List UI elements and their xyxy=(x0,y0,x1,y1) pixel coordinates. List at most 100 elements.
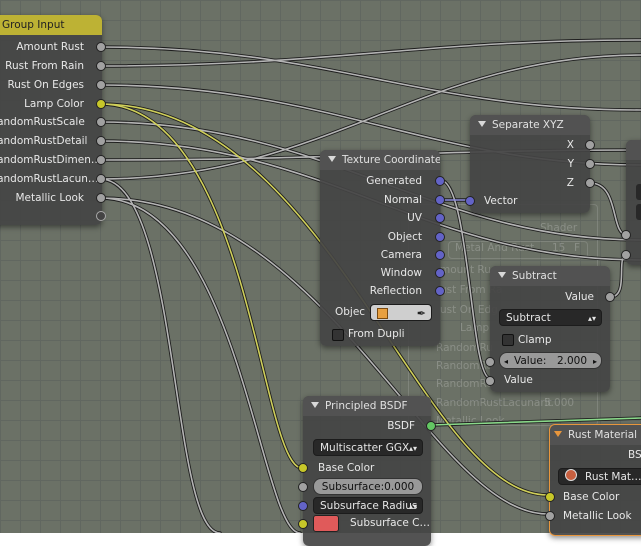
output-label-y: Y xyxy=(567,158,574,170)
node-group-datablock[interactable]: Rust Mat… xyxy=(558,468,641,485)
input-socket[interactable] xyxy=(621,250,631,260)
node-editor-canvas[interactable]: Shader Metal And Rust 15 F mount Ru ust … xyxy=(0,0,641,546)
texture-coordinate-node[interactable]: Texture Coordinate Generated Normal UV O… xyxy=(320,150,445,346)
bsdf-output-socket[interactable] xyxy=(426,421,436,431)
output-socket[interactable] xyxy=(435,176,445,186)
subtract-node[interactable]: Subtract Value Subtract ▴▾ Clamp ◂ Value… xyxy=(485,266,615,392)
separate-xyz-node[interactable]: Separate XYZ X Y Z Vector xyxy=(465,115,595,213)
base-color-input-socket[interactable] xyxy=(298,463,308,473)
vector-input-socket[interactable] xyxy=(465,196,475,206)
distribution-value: Multiscatter GGX xyxy=(320,442,410,454)
offscreen-node-header[interactable] xyxy=(626,140,641,160)
subsurface-color-input-socket[interactable] xyxy=(298,519,308,529)
principled-bsdf-node[interactable]: Principled BSDF BSDF Multiscatter GGX ▴▾… xyxy=(298,396,436,546)
output-socket[interactable] xyxy=(96,136,106,146)
output-label-x: X xyxy=(566,139,574,151)
distribution-dropdown[interactable]: Multiscatter GGX ▴▾ xyxy=(313,439,423,456)
offscreen-node-field[interactable] xyxy=(636,184,641,200)
group-input-output-label: Amount Rust xyxy=(16,41,84,53)
value-field-number: 2.000 xyxy=(556,355,587,367)
group-input-output-label: Rust On Edges xyxy=(7,79,84,91)
cube-icon xyxy=(377,308,388,319)
output-socket[interactable] xyxy=(96,155,106,165)
wire xyxy=(98,45,641,112)
subsurface-radius-label: Subsurface Radius xyxy=(320,500,418,512)
subsurface-color-swatch[interactable] xyxy=(313,515,339,532)
metallic-look-input-socket[interactable] xyxy=(545,511,555,521)
output-label: Normal xyxy=(384,194,422,206)
output-socket[interactable] xyxy=(435,268,445,278)
output-label: Object xyxy=(387,231,422,243)
output-socket[interactable] xyxy=(96,174,106,184)
collapse-triangle-icon[interactable] xyxy=(311,402,319,408)
value-field[interactable]: ◂ Value: 2.000 ▸ xyxy=(499,352,602,369)
background-item: Lamp xyxy=(460,322,490,334)
output-socket[interactable] xyxy=(435,250,445,260)
texture-coordinate-header[interactable]: Texture Coordinate xyxy=(320,150,440,170)
output-socket[interactable] xyxy=(435,195,445,205)
output-socket[interactable] xyxy=(96,117,106,127)
rust-material-node[interactable]: Rust Material BSD Rust Mat… Base Color M… xyxy=(545,424,641,536)
background-value: 5.000 xyxy=(544,397,575,409)
background-group-name: Metal And Rust xyxy=(455,242,535,254)
dropdown-arrows-icon: ▴▾ xyxy=(408,444,417,453)
output-socket[interactable] xyxy=(96,80,106,90)
background-shader-label: Shader xyxy=(540,222,578,234)
from-dupli-label: From Dupli xyxy=(348,328,405,340)
group-input-output-label: RandomRustScale xyxy=(0,116,85,128)
output-socket[interactable] xyxy=(585,178,595,188)
subtract-title: Subtract xyxy=(512,270,557,282)
output-socket[interactable] xyxy=(585,159,595,169)
collapse-triangle-icon[interactable] xyxy=(554,431,562,437)
subsurface-color-label: Subsurface C… xyxy=(350,517,430,529)
output-socket[interactable] xyxy=(605,292,615,302)
base-color-label: Base Color xyxy=(318,462,375,474)
group-input-node[interactable]: Group Input Amount Rust Rust From Rain R… xyxy=(0,15,106,225)
from-dupli-checkbox[interactable] xyxy=(332,329,344,341)
texture-coordinate-title: Texture Coordinate xyxy=(342,154,440,166)
base-color-input-socket[interactable] xyxy=(545,492,555,502)
output-socket[interactable] xyxy=(585,140,595,150)
output-socket[interactable] xyxy=(435,286,445,296)
eyedropper-icon[interactable]: ✒ xyxy=(417,305,426,322)
rust-material-header[interactable]: Rust Material xyxy=(550,425,641,445)
principled-bsdf-header[interactable]: Principled BSDF xyxy=(303,396,431,416)
output-label: Reflection xyxy=(369,285,422,297)
group-input-header[interactable]: Group Input xyxy=(0,15,102,35)
input-socket[interactable] xyxy=(621,230,631,240)
rust-material-title: Rust Material xyxy=(568,429,638,441)
collapse-triangle-icon[interactable] xyxy=(478,121,486,127)
collapse-triangle-icon[interactable] xyxy=(498,272,506,278)
output-label: UV xyxy=(407,212,422,224)
subsurface-field[interactable]: Subsurface:0.000 xyxy=(313,478,423,495)
clamp-label: Clamp xyxy=(518,334,552,346)
value-input-socket[interactable] xyxy=(485,357,495,367)
offscreen-node-field[interactable] xyxy=(636,204,641,220)
object-field[interactable]: ✒ xyxy=(370,304,432,321)
collapse-triangle-icon[interactable] xyxy=(328,156,336,162)
background-group-fake: F xyxy=(574,242,581,254)
output-socket[interactable] xyxy=(435,232,445,242)
background-group-users: 15 xyxy=(552,242,566,254)
output-socket[interactable] xyxy=(96,99,106,109)
increment-arrow-icon[interactable]: ▸ xyxy=(593,353,597,370)
subsurface-radius-input-socket[interactable] xyxy=(298,501,308,511)
wire xyxy=(98,102,304,470)
output-socket[interactable] xyxy=(96,42,106,52)
subsurface-radius-dropdown[interactable]: Subsurface Radius ▴▾ xyxy=(313,497,423,514)
operation-dropdown[interactable]: Subtract ▴▾ xyxy=(499,309,602,326)
bsdf-output-label: BSD xyxy=(628,449,641,461)
empty-output-socket[interactable] xyxy=(96,211,106,221)
value-output-label: Value xyxy=(565,291,594,303)
output-socket[interactable] xyxy=(435,213,445,223)
subtract-header[interactable]: Subtract xyxy=(490,266,610,286)
value-field-label: Value: xyxy=(514,355,547,367)
clamp-checkbox[interactable] xyxy=(502,334,514,346)
decrement-arrow-icon[interactable]: ◂ xyxy=(504,353,508,370)
value-input-socket[interactable] xyxy=(485,376,495,386)
output-socket[interactable] xyxy=(96,61,106,71)
output-socket[interactable] xyxy=(96,193,106,203)
separate-xyz-header[interactable]: Separate XYZ xyxy=(470,115,590,135)
offscreen-node[interactable] xyxy=(621,140,641,265)
subsurface-input-socket[interactable] xyxy=(298,482,308,492)
